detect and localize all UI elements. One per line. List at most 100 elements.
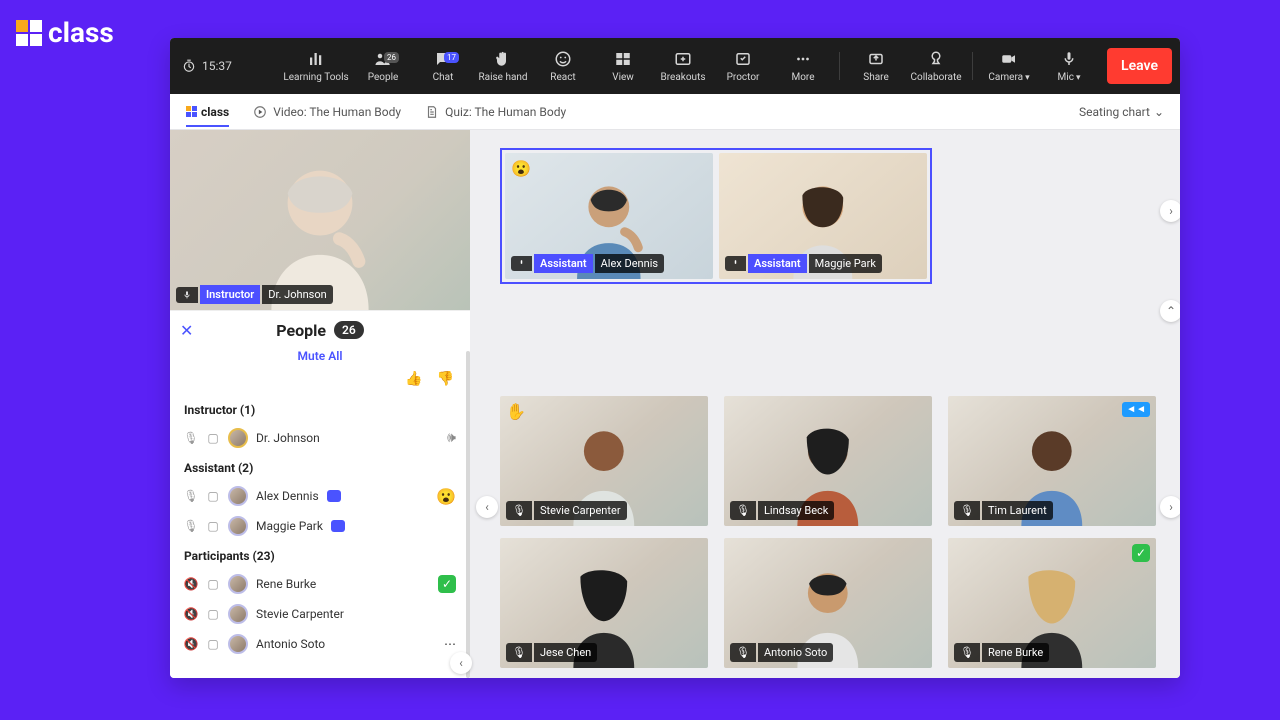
- app-window: 15:37 Learning Tools 26 People 17 Chat R…: [170, 38, 1180, 678]
- avatar: [228, 516, 248, 536]
- collaborate-label: Collaborate: [910, 72, 961, 83]
- reaction-filter-row: 👍 👎: [170, 371, 470, 395]
- camera-icon: ▢: [206, 637, 220, 651]
- participants-grid: ✋ 🎙Stevie Carpenter 🎙Lindsay Beck ◄◄ 🎙Ti…: [500, 396, 1156, 668]
- collapse-up-button[interactable]: ⌃: [1160, 300, 1180, 322]
- reaction-emoji: 😮: [511, 159, 531, 178]
- raise-hand-label: Raise hand: [478, 72, 527, 83]
- row-name: Maggie Park: [256, 519, 323, 533]
- mic-icon: 🎙: [730, 643, 756, 662]
- content-area: Instructor Dr. Johnson ✕ People 26 Mute …: [170, 130, 1180, 678]
- participant-video-tile[interactable]: 🎙Jese Chen: [500, 538, 708, 668]
- tab-video[interactable]: Video: The Human Body: [253, 105, 401, 119]
- mic-icon: 🎙: [506, 643, 532, 662]
- mic-icon: [725, 256, 746, 271]
- toolbar-separator: [839, 52, 840, 80]
- people-label: People: [368, 72, 399, 83]
- people-row-participant[interactable]: 🔇 ▢ Rene Burke ✓: [170, 569, 470, 599]
- expand-panel-button[interactable]: ‹: [450, 652, 472, 674]
- participant-name: Maggie Park: [809, 254, 882, 273]
- row-name: Stevie Carpenter: [256, 607, 344, 621]
- camera-button[interactable]: Camera▾: [981, 50, 1037, 83]
- assistant-video-tile[interactable]: 😮 Assistant Alex Dennis: [505, 153, 713, 279]
- grid-prev-button[interactable]: ‹: [476, 496, 498, 518]
- proctor-button[interactable]: Proctor: [715, 50, 771, 83]
- participant-name: Tim Laurent: [982, 501, 1053, 520]
- camera-label: Camera: [988, 72, 1023, 83]
- participant-video-tile[interactable]: 🎙Antonio Soto: [724, 538, 932, 668]
- row-name: Rene Burke: [256, 577, 316, 591]
- participant-video-tile[interactable]: ◄◄ 🎙Tim Laurent: [948, 396, 1156, 526]
- chat-button[interactable]: 17 Chat: [415, 50, 471, 83]
- mic-muted-icon: 🔇: [184, 607, 198, 621]
- grid-next-button[interactable]: ›: [1160, 496, 1180, 518]
- row-name: Antonio Soto: [256, 637, 325, 651]
- assistant-section-label: Assistant (2): [170, 453, 470, 481]
- brand-logo: class: [16, 16, 114, 49]
- participant-name: Stevie Carpenter: [534, 501, 627, 520]
- learning-tools-button[interactable]: Learning Tools: [281, 50, 351, 83]
- tab-class-home[interactable]: class: [186, 105, 229, 127]
- more-icon[interactable]: ⋯: [444, 637, 456, 651]
- carousel-next-button[interactable]: ›: [1160, 200, 1180, 222]
- participant-name: Dr. Johnson: [262, 285, 332, 304]
- mute-all-button[interactable]: Mute All: [170, 349, 470, 371]
- mic-icon: 🎙: [954, 501, 980, 520]
- instructor-video-tile[interactable]: Instructor Dr. Johnson: [170, 130, 470, 310]
- participant-name: Rene Burke: [982, 643, 1049, 662]
- share-button[interactable]: Share: [848, 50, 904, 83]
- role-badge: Assistant: [748, 254, 807, 273]
- people-row-participant[interactable]: 🔇 ▢ Stevie Carpenter: [170, 599, 470, 629]
- camera-icon: ▢: [206, 431, 220, 445]
- close-panel-button[interactable]: ✕: [180, 321, 193, 340]
- avatar: [228, 634, 248, 654]
- thumbs-down-icon[interactable]: 👎: [437, 371, 454, 387]
- brand-text: class: [48, 16, 114, 49]
- mic-icon: 🎙: [506, 501, 532, 520]
- breakouts-button[interactable]: Breakouts: [655, 50, 711, 83]
- people-panel: ✕ People 26 Mute All 👍 👎 Instructor (1) …: [170, 310, 470, 678]
- avatar: [228, 428, 248, 448]
- thumbs-up-icon[interactable]: 👍: [405, 371, 422, 387]
- toolbar-separator-2: [972, 52, 973, 80]
- view-label: View: [612, 72, 634, 83]
- row-name: Dr. Johnson: [256, 431, 320, 445]
- mic-button[interactable]: Mic▾: [1041, 50, 1097, 83]
- more-label: More: [791, 72, 814, 83]
- people-row-assistant[interactable]: 🎙 ▢ Alex Dennis 😮: [170, 481, 470, 511]
- chevron-down-icon: ▾: [1025, 73, 1030, 83]
- collaborate-button[interactable]: Collaborate: [908, 50, 964, 83]
- people-row-instructor[interactable]: 🎙 ▢ Dr. Johnson 🕪: [170, 423, 470, 453]
- mic-muted-icon: 🔇: [184, 637, 198, 651]
- mic-icon: [176, 287, 198, 303]
- more-button[interactable]: More: [775, 50, 831, 83]
- proctor-label: Proctor: [727, 72, 760, 83]
- people-row-assistant[interactable]: 🎙 ▢ Maggie Park: [170, 511, 470, 541]
- participant-name: Alex Dennis: [595, 254, 664, 273]
- assistant-video-tile[interactable]: Assistant Maggie Park: [719, 153, 927, 279]
- people-count-badge: 26: [384, 52, 399, 63]
- react-label: React: [550, 72, 575, 83]
- participant-name: Antonio Soto: [758, 643, 833, 662]
- people-count-pill: 26: [334, 321, 364, 339]
- leave-button[interactable]: Leave: [1107, 48, 1172, 84]
- speaking-icon: 🕪: [447, 430, 456, 446]
- tab-bar: class Video: The Human Body Quiz: The Hu…: [170, 94, 1180, 130]
- mic-icon: 🎙: [954, 643, 980, 662]
- role-badge: Assistant: [534, 254, 593, 273]
- learning-tools-label: Learning Tools: [283, 72, 348, 83]
- instructor-section-label: Instructor (1): [170, 395, 470, 423]
- participant-video-tile[interactable]: 🎙Lindsay Beck: [724, 396, 932, 526]
- avatar: [228, 574, 248, 594]
- check-badge-icon: ✓: [438, 575, 456, 593]
- tab-quiz[interactable]: Quiz: The Human Body: [425, 105, 566, 119]
- participant-video-tile[interactable]: ✋ 🎙Stevie Carpenter: [500, 396, 708, 526]
- react-button[interactable]: React: [535, 50, 591, 83]
- raised-hand-icon: ✋: [506, 402, 526, 421]
- seating-chart-dropdown[interactable]: Seating chart ⌄: [1079, 105, 1164, 119]
- raise-hand-button[interactable]: Raise hand: [475, 50, 531, 83]
- participant-video-tile[interactable]: ✓ 🎙Rene Burke: [948, 538, 1156, 668]
- view-button[interactable]: View: [595, 50, 651, 83]
- people-row-participant[interactable]: 🔇 ▢ Antonio Soto ⋯: [170, 629, 470, 659]
- people-button[interactable]: 26 People: [355, 50, 411, 83]
